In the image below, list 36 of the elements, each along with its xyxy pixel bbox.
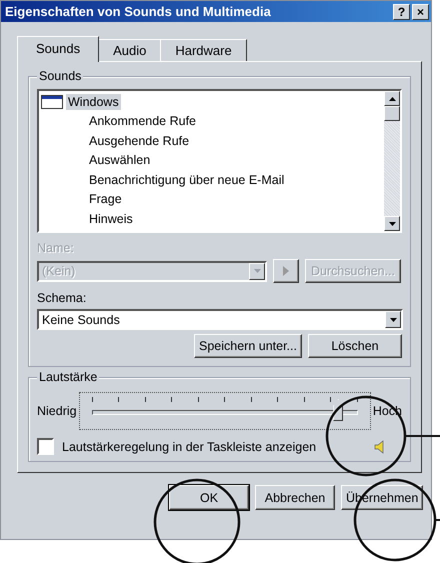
checkbox[interactable]	[37, 438, 54, 455]
group-title: Sounds	[37, 69, 84, 83]
dialog-button[interactable]: OK	[169, 485, 249, 510]
up-arrow-icon	[388, 96, 396, 100]
delete-button[interactable]: Löschen	[308, 334, 402, 358]
dropdown-arrow-icon	[254, 269, 260, 273]
window-icon	[41, 94, 63, 109]
list-item[interactable]: Frage	[87, 191, 124, 208]
field-label: Schema:	[37, 291, 88, 305]
dropdown-arrow-icon	[390, 318, 396, 322]
down-arrow-icon	[388, 222, 396, 226]
scheme-dropdown[interactable]: Keine Sounds	[37, 309, 403, 330]
list-item[interactable]: Hinweis	[87, 210, 135, 227]
slider-label: Niedrig	[37, 404, 77, 418]
window-title: Eigenschaften von Sounds und Multimedia	[5, 4, 272, 19]
scrollbar[interactable]	[384, 91, 400, 231]
play-icon	[282, 266, 290, 276]
tab[interactable]: Hardware	[160, 39, 247, 61]
close-button[interactable]: ×	[412, 4, 429, 20]
dropdown-button[interactable]	[249, 262, 265, 280]
volume-slider[interactable]	[78, 392, 371, 430]
dropdown-button[interactable]	[385, 311, 401, 328]
list-item[interactable]: Auswählen	[87, 152, 152, 168]
list-item[interactable]: Ankommende Rufe	[87, 113, 198, 130]
scroll-up-button[interactable]	[384, 91, 400, 106]
help-button[interactable]: ?	[393, 4, 410, 20]
list-item[interactable]: Benachrichtigung über neue E-Mail	[87, 172, 286, 188]
save-as-button[interactable]: Speichern unter...	[194, 334, 302, 358]
list-item[interactable]: Windows	[66, 94, 121, 110]
group-title: Lautstärke	[37, 370, 100, 384]
checkbox-label[interactable]: Lautstärkeregelung in der Taskleiste anzeigen	[62, 440, 366, 454]
tab[interactable]: Sounds	[17, 36, 100, 62]
dialog-button[interactable]: Abbrechen	[255, 485, 335, 510]
list-item[interactable]: Ausgehende Rufe	[87, 132, 192, 149]
scrollbar-thumb[interactable]	[384, 106, 400, 121]
scroll-down-button[interactable]	[384, 216, 400, 231]
